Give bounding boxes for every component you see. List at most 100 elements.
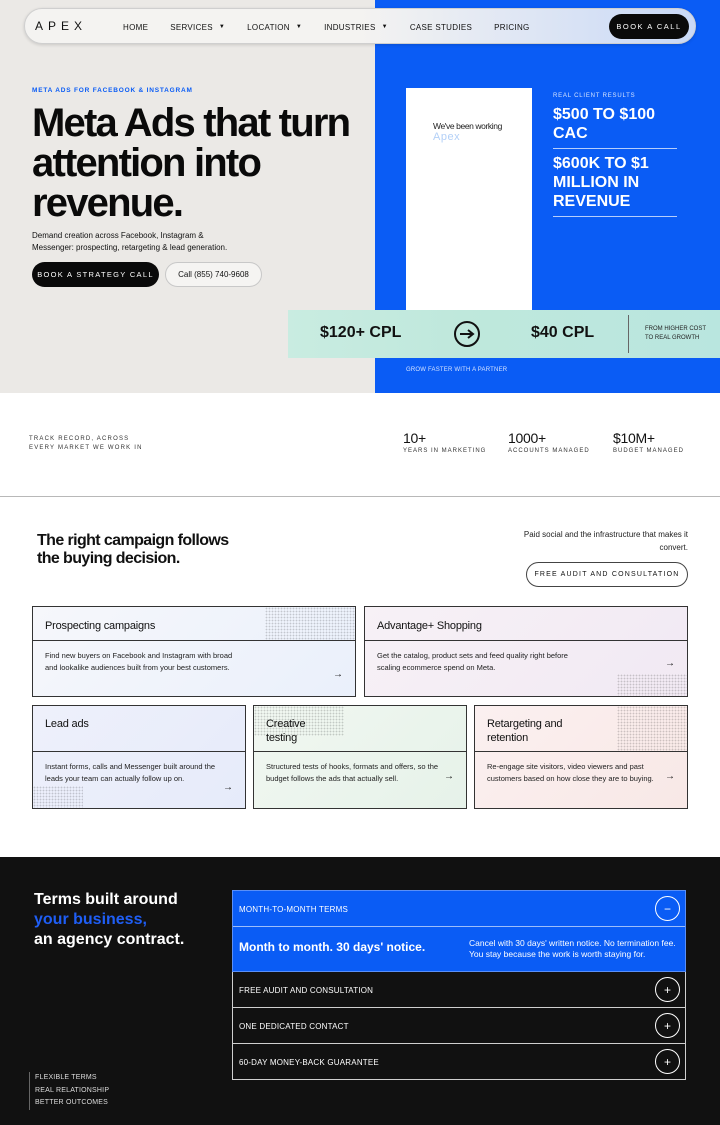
stat-value: 10+	[403, 430, 426, 446]
nav-item-pricing[interactable]: PRICING	[494, 23, 529, 32]
divider	[553, 148, 677, 149]
card-header: Creative testing	[254, 706, 466, 752]
accordion-label: 60-DAY MONEY-BACK GUARANTEE	[239, 1058, 379, 1067]
stats-label: TRACK RECORD, ACROSS EVERY MARKET WE WOR…	[29, 435, 143, 453]
card-title: Advantage+ Shopping	[377, 620, 482, 632]
nav-links: HOME SERVICES ▼ LOCATION ▼ INDUSTRIES ▼ CAS…	[123, 9, 552, 45]
nav-item-services[interactable]: SERVICES ▼	[170, 23, 225, 32]
accordion-item-money-back[interactable]: 60-DAY MONEY-BACK GUARANTEE +	[232, 1044, 686, 1080]
nav-item-home[interactable]: HOME	[123, 23, 148, 32]
card-title: Prospecting campaigns	[45, 620, 156, 632]
accordion-item-dedicated-contact[interactable]: ONE DEDICATED CONTACT +	[232, 1008, 686, 1044]
phone-logo: Apex	[433, 131, 461, 143]
terms-accordion: MONTH-TO-MONTH TERMS − Month to month. 3…	[232, 890, 686, 1080]
minus-icon[interactable]: −	[655, 896, 680, 921]
stat-label: BUDGET MANAGED	[613, 448, 684, 454]
services-section: The right campaign follows the buying de…	[0, 497, 720, 857]
accordion-label: MONTH-TO-MONTH TERMS	[239, 905, 349, 914]
card-header: Lead ads	[33, 706, 245, 752]
stats-label-line: EVERY MARKET WE WORK IN	[29, 445, 143, 451]
chevron-down-icon: ▼	[218, 24, 226, 30]
stats-section: TRACK RECORD, ACROSS EVERY MARKET WE WOR…	[0, 393, 720, 497]
stat-years: 10+ YEARS IN MARKETING	[403, 430, 486, 454]
phone-video-preview[interactable]: We've been working Apex	[406, 88, 532, 314]
cpl-note-line: TO REAL GROWTH	[645, 335, 700, 341]
nav-item-industries[interactable]: INDUSTRIES ▼	[324, 23, 388, 32]
card-body: Instant forms, calls and Messenger built…	[45, 762, 216, 783]
result-item: $500 TO $100 CAC	[553, 106, 656, 142]
terms-title-line: Terms built around	[34, 891, 178, 908]
hero-section: APEX HOME SERVICES ▼ LOCATION ▼ INDUSTRIES…	[0, 0, 720, 393]
accordion-item-free-audit[interactable]: FREE AUDIT AND CONSULTATION +	[232, 972, 686, 1008]
terms-title-highlight: your business,	[34, 911, 147, 928]
call-phone-button[interactable]: Call (855) 740-9608	[165, 262, 262, 287]
top-nav: APEX HOME SERVICES ▼ LOCATION ▼ INDUSTRIES…	[24, 8, 696, 44]
accordion-header[interactable]: MONTH-TO-MONTH TERMS −	[233, 891, 685, 927]
card-body: Get the catalog, product sets and feed q…	[377, 651, 568, 672]
arrow-right-icon: →	[665, 771, 675, 782]
terms-title-line: an agency contract.	[34, 931, 185, 948]
book-strategy-call-button[interactable]: BOOK A STRATEGY CALL	[32, 262, 159, 287]
card-body: Structured tests of hooks, formats and o…	[266, 762, 439, 783]
nav-item-location[interactable]: LOCATION ▼	[247, 23, 302, 32]
divider	[553, 216, 677, 217]
hero-title: Meta Ads that turn attention into revenu…	[32, 101, 351, 225]
card-header: Advantage+ Shopping	[365, 607, 687, 641]
nav-item-label: SERVICES	[170, 22, 213, 32]
accordion-label: ONE DEDICATED CONTACT	[239, 1022, 349, 1031]
hero-subtitle: Demand creation across Facebook, Instagr…	[32, 231, 228, 252]
stat-label: ACCOUNTS MANAGED	[508, 448, 590, 454]
stat-budget: $10M+ BUDGET MANAGED	[613, 430, 684, 454]
plus-icon[interactable]: +	[655, 977, 680, 1002]
services-title: The right campaign follows the buying de…	[37, 532, 229, 567]
nav-item-label: PRICING	[494, 22, 530, 32]
phone-caption: We've been working	[433, 121, 502, 131]
services-intro: Paid social and the infrastructure that …	[523, 530, 688, 552]
nav-item-case-studies[interactable]: CASE STUDIES	[410, 23, 472, 32]
service-card-lead-ads[interactable]: Lead ads Instant forms, calls and Messen…	[32, 705, 246, 809]
arrow-right-icon: →	[444, 771, 454, 782]
arrow-right-icon	[454, 321, 480, 347]
service-card-retargeting[interactable]: Retargeting and retention Re-engage site…	[474, 705, 688, 809]
accordion-item-month-to-month[interactable]: MONTH-TO-MONTH TERMS − Month to month. 3…	[232, 890, 686, 972]
stat-value: 1000+	[508, 430, 546, 446]
arrow-right-icon: →	[223, 782, 233, 793]
cpl-note-line: FROM HIGHER COST	[645, 326, 706, 332]
arrow-right-icon: →	[333, 669, 343, 680]
book-a-call-button[interactable]: BOOK A CALL	[609, 14, 689, 39]
stat-label: YEARS IN MARKETING	[403, 448, 487, 454]
plus-icon[interactable]: +	[655, 1013, 680, 1038]
card-title: Retargeting and retention	[487, 718, 563, 744]
card-header: Retargeting and retention	[475, 706, 687, 752]
arrow-right-icon: →	[665, 658, 675, 669]
result-item: $600K TO $1 MILLION IN REVENUE	[553, 155, 649, 210]
plus-icon[interactable]: +	[655, 1049, 680, 1074]
terms-title: Terms built around your business, an age…	[34, 890, 184, 950]
free-audit-button[interactable]: FREE AUDIT AND CONSULTATION	[526, 562, 688, 587]
nav-item-label: LOCATION	[247, 22, 290, 32]
hero-footnote: GROW FASTER WITH A PARTNER	[406, 367, 508, 373]
cpl-band: $120+ CPL $40 CPL FROM HIGHER COST TO RE…	[288, 310, 720, 358]
service-card-advantage-shopping[interactable]: Advantage+ Shopping Get the catalog, pro…	[364, 606, 688, 697]
card-body: Find new buyers on Facebook and Instagra…	[45, 651, 233, 672]
side-item: REAL RELATIONSHIP	[35, 1086, 110, 1094]
cpl-to: $40 CPL	[531, 324, 595, 341]
stat-value: $10M+	[613, 430, 655, 446]
cpl-note: FROM HIGHER COST TO REAL GROWTH	[645, 325, 706, 343]
chevron-down-icon: ▼	[295, 24, 303, 30]
results-label: REAL CLIENT RESULTS	[553, 93, 636, 99]
card-header: Prospecting campaigns	[33, 607, 355, 641]
service-card-creative-testing[interactable]: Creative testing Structured tests of hoo…	[253, 705, 467, 809]
apex-logo[interactable]: APEX	[35, 19, 87, 33]
card-title: Creative testing	[266, 718, 306, 744]
accordion-text: Cancel with 30 days' written notice. No …	[469, 938, 676, 959]
stats-label-line: TRACK RECORD, ACROSS	[29, 436, 130, 442]
nav-item-label: HOME	[123, 22, 149, 32]
cpl-from: $120+ CPL	[320, 324, 402, 341]
accordion-label: FREE AUDIT AND CONSULTATION	[239, 986, 374, 995]
nav-item-label: INDUSTRIES	[324, 22, 376, 32]
service-card-prospecting[interactable]: Prospecting campaigns Find new buyers on…	[32, 606, 356, 697]
nav-item-label: CASE STUDIES	[409, 22, 473, 32]
terms-section: Terms built around your business, an age…	[0, 857, 720, 1125]
card-title: Lead ads	[45, 718, 89, 730]
